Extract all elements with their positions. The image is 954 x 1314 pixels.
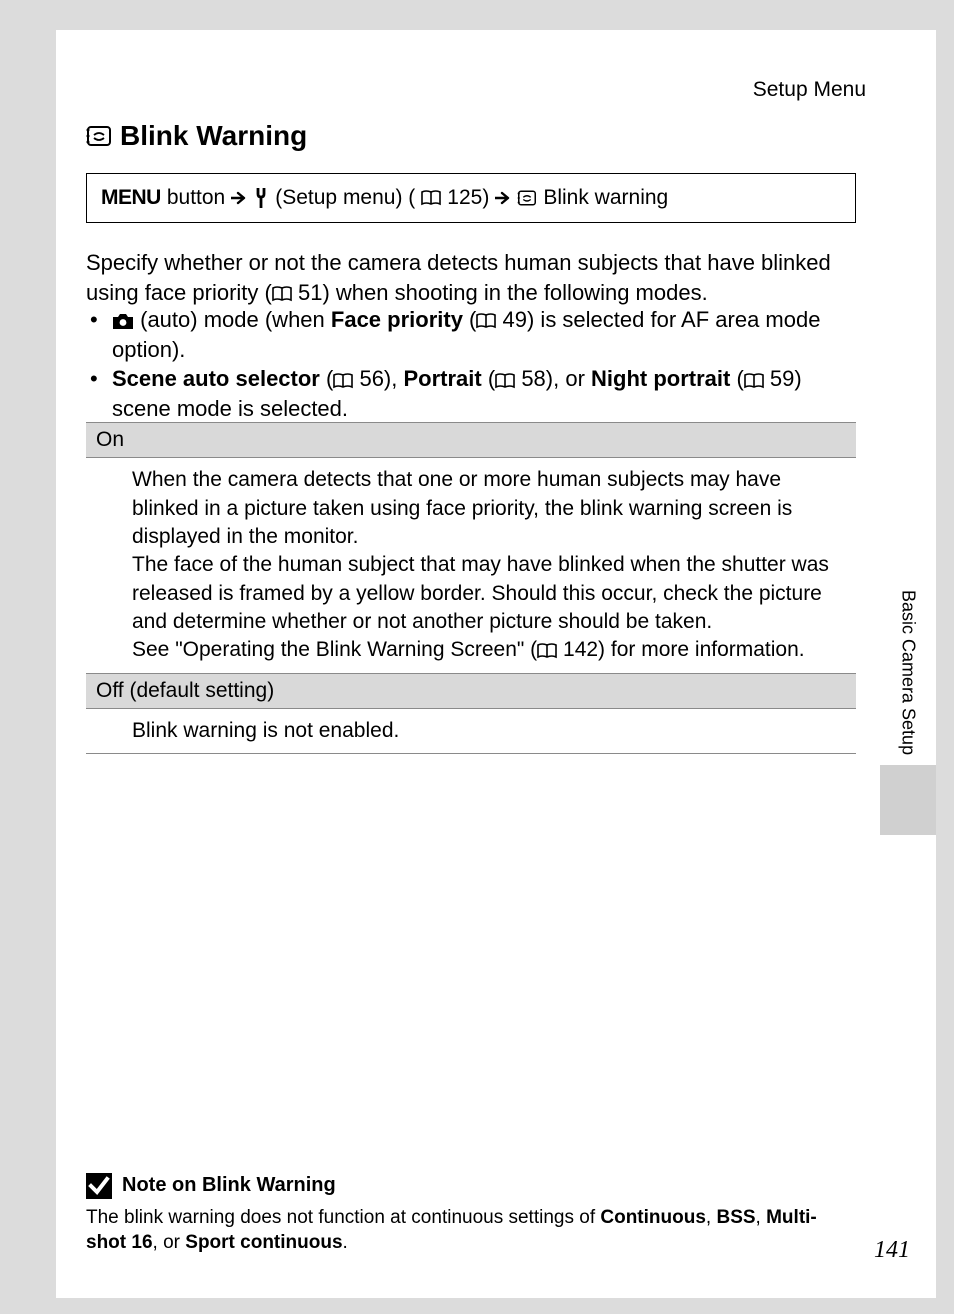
book-reference-icon [333, 373, 353, 389]
nav-text: Blink warning [543, 186, 668, 210]
option-on-header: On [86, 422, 856, 458]
blink-warning-icon [86, 124, 112, 148]
option-text-span: 142) for more information. [563, 638, 805, 661]
option-text-span: See "Operating the Blink Warning Screen"… [132, 638, 537, 661]
arrow-right-icon [495, 191, 511, 205]
option-off-body: Blink warning is not enabled. [86, 709, 856, 754]
camera-auto-icon [112, 312, 134, 330]
nav-text: button [167, 186, 225, 210]
book-reference-icon [744, 373, 764, 389]
bullet-bold: Scene auto selector [112, 366, 320, 391]
book-reference-icon [421, 190, 441, 206]
note-title: Note on Blink Warning [86, 1173, 856, 1199]
note-box: Note on Blink Warning The blink warning … [86, 1173, 856, 1256]
arrow-right-icon [231, 191, 247, 205]
note-text: , or [153, 1232, 186, 1253]
note-body: The blink warning does not function at c… [86, 1205, 856, 1256]
option-off-header: Off (default setting) [86, 673, 856, 709]
side-tab: Basic Camera Setup [880, 590, 936, 835]
list-item: Scene auto selector ( 56), Portrait ( 58… [86, 364, 856, 423]
bullet-text: (auto) mode (when [140, 307, 331, 332]
bullet-list: (auto) mode (when Face priority ( 49) is… [86, 305, 856, 424]
side-marker [880, 765, 936, 835]
option-text: The face of the human subject that may h… [132, 551, 846, 636]
bullet-text: ( [482, 366, 495, 391]
bullet-text: 56), [359, 366, 403, 391]
note-bold: Sport continuous [185, 1232, 342, 1253]
nav-text: (Setup menu) ( [275, 186, 415, 210]
checkmark-box-icon [86, 1173, 112, 1199]
manual-page: Setup Menu Blink Warning MENU button (Se… [56, 30, 936, 1298]
section-label: Setup Menu [753, 78, 866, 102]
heading-text: Blink Warning [120, 120, 307, 152]
side-section-label: Basic Camera Setup [898, 590, 919, 765]
book-reference-icon [495, 373, 515, 389]
list-item: (auto) mode (when Face priority ( 49) is… [86, 305, 856, 364]
note-bold: Continuous [600, 1207, 706, 1228]
note-text: , [756, 1207, 767, 1228]
nav-text: 125) [447, 186, 489, 210]
bullet-text: ( [320, 366, 333, 391]
option-text: See "Operating the Blink Warning Screen"… [132, 636, 846, 664]
bullet-bold: Night portrait [591, 366, 730, 391]
navigation-path-box: MENU button (Setup menu) ( 125) Blink wa… [86, 173, 856, 223]
bullet-text: 58), or [521, 366, 591, 391]
page-heading: Blink Warning [86, 120, 307, 152]
blink-warning-icon [517, 189, 537, 207]
intro-paragraph: Specify whether or not the camera detect… [86, 248, 856, 307]
note-text: The blink warning does not function at c… [86, 1207, 600, 1228]
page-number: 141 [874, 1237, 910, 1264]
option-on-body: When the camera detects that one or more… [86, 458, 856, 672]
bullet-bold: Portrait [403, 366, 481, 391]
menu-button-label: MENU [101, 186, 161, 210]
note-title-text: Note on Blink Warning [122, 1174, 336, 1197]
options-table: On When the camera detects that one or m… [86, 422, 856, 754]
note-text: . [343, 1232, 348, 1253]
note-bold: BSS [716, 1207, 755, 1228]
bullet-bold: Face priority [331, 307, 463, 332]
bullet-text: ( [730, 366, 743, 391]
book-reference-icon [476, 313, 496, 329]
wrench-icon [253, 188, 269, 208]
note-text: , [706, 1207, 717, 1228]
bullet-text: ( [463, 307, 476, 332]
book-reference-icon [537, 643, 557, 659]
option-text: When the camera detects that one or more… [132, 466, 846, 551]
book-reference-icon [272, 286, 292, 302]
intro-text: 51) when shooting in the following modes… [298, 280, 708, 305]
